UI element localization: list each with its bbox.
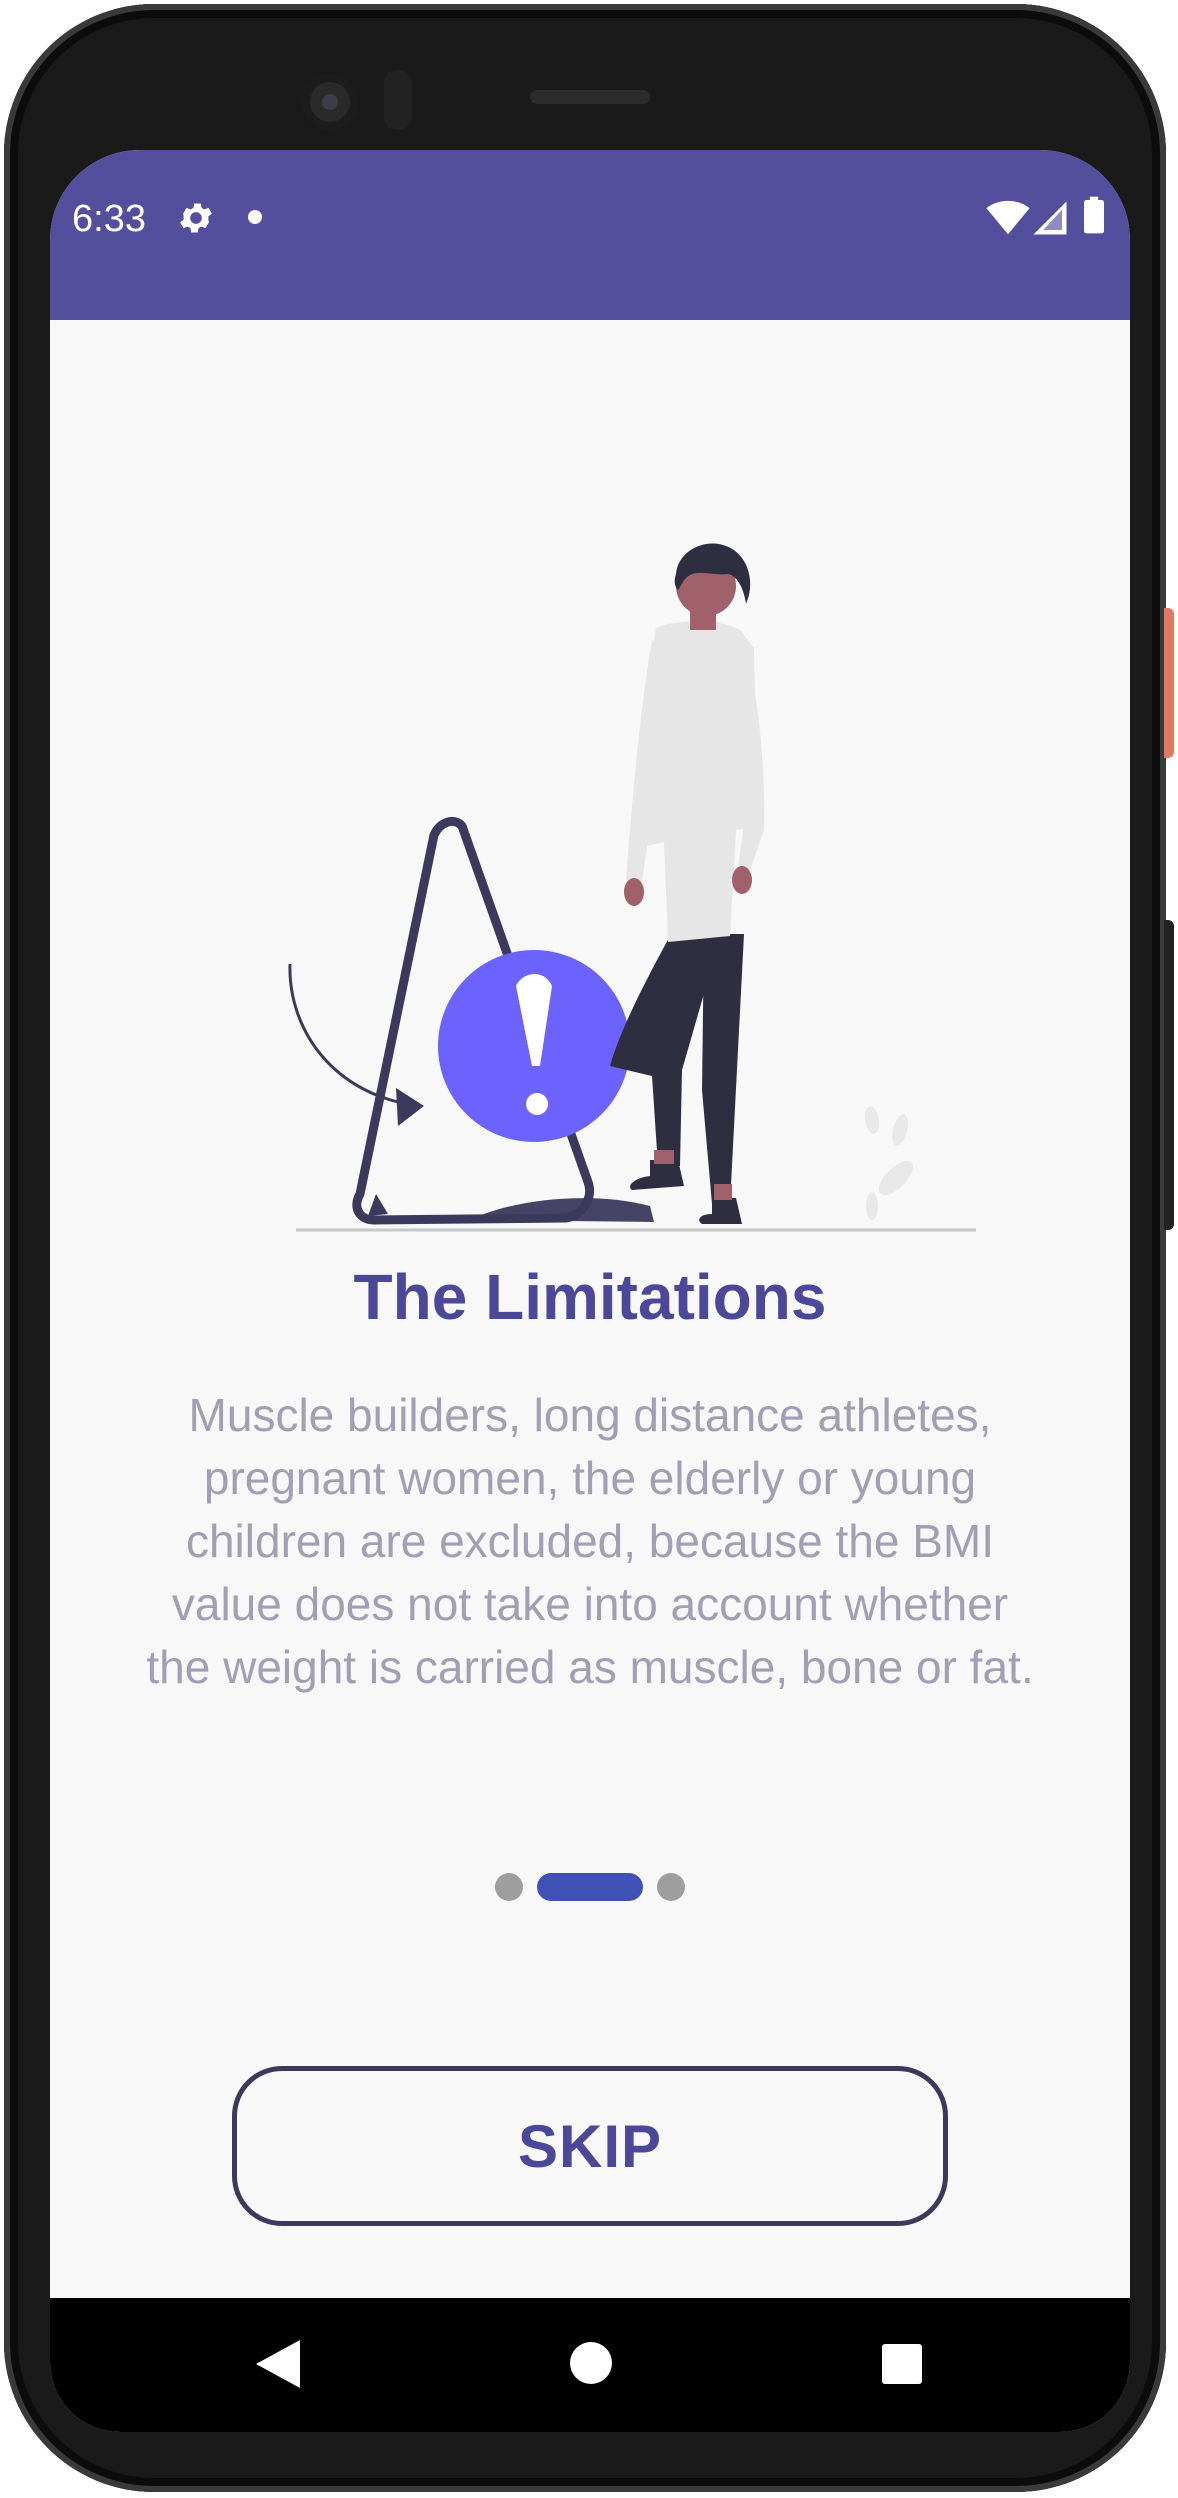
status-time: 6:33 — [72, 198, 146, 240]
front-camera — [302, 74, 358, 130]
onboarding-title: The Limitations — [353, 1261, 827, 1333]
proximity-sensor — [384, 70, 412, 130]
plant-icon — [864, 1106, 914, 1220]
page-indicator-dot-active — [537, 1873, 643, 1901]
power-button — [1164, 608, 1174, 758]
cell-signal-icon — [1033, 201, 1067, 235]
navigation-bar — [50, 2298, 1130, 2432]
page-indicator — [50, 1872, 1130, 1902]
gear-icon — [180, 203, 212, 233]
page-indicator-dot — [657, 1873, 685, 1901]
onboarding-description: Muscle builders, long distance athletes,… — [146, 1389, 1034, 1693]
person-with-warning-sign-illustration — [288, 543, 976, 1232]
back-icon[interactable] — [256, 2340, 300, 2388]
battery-icon — [1084, 196, 1104, 234]
skip-button[interactable]: SKIP — [232, 2066, 948, 2226]
page-indicator-dot — [495, 1873, 523, 1901]
person-figure — [610, 543, 765, 1224]
phone-frame: 6:33 The Limitations Muscle builders, lo… — [4, 4, 1166, 2492]
screen: 6:33 The Limitations Muscle builders, lo… — [50, 150, 1130, 2432]
home-icon[interactable] — [570, 2342, 612, 2384]
status-bar: 6:33 — [50, 150, 1130, 320]
recents-icon[interactable] — [882, 2344, 922, 2384]
earpiece-speaker — [530, 90, 650, 104]
volume-button — [1164, 920, 1174, 1230]
notification-dot-icon — [248, 210, 262, 224]
wifi-icon — [986, 200, 1030, 235]
